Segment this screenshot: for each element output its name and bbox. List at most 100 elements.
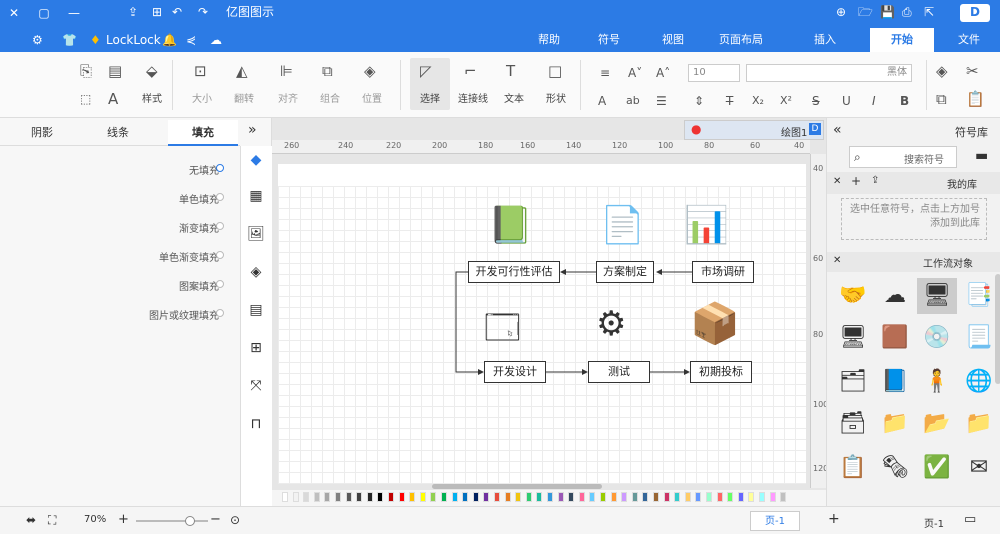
palette-swatch[interactable] xyxy=(610,492,617,502)
collapse-icon[interactable]: ✕ xyxy=(833,176,841,187)
palette-swatch[interactable] xyxy=(303,492,310,502)
monitor-icon[interactable]: 🖥 xyxy=(833,320,873,356)
node-test[interactable]: 测试 xyxy=(588,361,650,383)
new-icon[interactable]: ⊕ xyxy=(836,4,846,20)
radio-pattern[interactable] xyxy=(216,280,224,288)
folder-open-icon[interactable]: 📂 xyxy=(917,406,957,442)
tab-home[interactable]: 开始 xyxy=(870,28,934,52)
palette-swatch[interactable] xyxy=(748,492,755,502)
document-tab[interactable]: ● 绘图1 D xyxy=(684,120,824,140)
file-stack-icon[interactable]: 🗂 xyxy=(833,364,873,400)
size-label[interactable]: 大小 xyxy=(188,90,216,105)
webpage-icon[interactable]: 🗔 xyxy=(484,304,521,361)
tab-view[interactable]: 视图 xyxy=(648,28,698,52)
server-icon[interactable]: ⚙ xyxy=(596,304,626,344)
palette-swatch[interactable] xyxy=(366,492,373,502)
close-category-icon[interactable]: ✕ xyxy=(833,255,841,266)
paste-icon[interactable]: 📋 xyxy=(966,90,985,108)
search-box[interactable]: ⌕ 搜索符号 xyxy=(849,146,957,168)
zoom-in-icon[interactable]: + xyxy=(118,512,129,527)
fit-width-icon[interactable]: ⬌ xyxy=(26,513,36,527)
server-box-icon[interactable]: 🖥 xyxy=(917,278,957,314)
grow-font-icon[interactable]: A˄ xyxy=(656,64,670,82)
tab-insert[interactable]: 插入 xyxy=(800,28,850,52)
user-name[interactable]: LockLock xyxy=(106,32,161,48)
align-label[interactable]: 对齐 xyxy=(274,90,302,105)
palette-swatch[interactable] xyxy=(525,492,532,502)
palette-swatch[interactable] xyxy=(462,492,469,502)
palette-swatch[interactable] xyxy=(324,492,331,502)
presentation-icon[interactable]: ⊓ xyxy=(246,414,266,434)
zoom-level[interactable]: 70% xyxy=(84,514,106,525)
style-label[interactable]: 样式 xyxy=(140,90,164,105)
underline-icon[interactable]: U xyxy=(842,92,851,110)
disc-icon[interactable]: 💿 xyxy=(917,320,957,356)
add-symbol-icon[interactable]: + xyxy=(851,174,861,188)
palette-swatch[interactable] xyxy=(557,492,564,502)
palette-swatch[interactable] xyxy=(695,492,702,502)
palette-swatch[interactable] xyxy=(398,492,405,502)
palette-swatch[interactable] xyxy=(504,492,511,502)
browser-icon[interactable]: 🌐 xyxy=(959,364,999,400)
text-label[interactable]: 文本 xyxy=(500,90,528,105)
papers-icon[interactable]: 📑 xyxy=(959,278,999,314)
node-initial-bid[interactable]: 初期投标 xyxy=(690,361,752,383)
list-doc-icon[interactable]: 📃 xyxy=(959,320,999,356)
check-icon[interactable]: ✅ xyxy=(917,450,957,486)
size-icon[interactable]: ⊡ xyxy=(194,62,207,80)
palette-swatch[interactable] xyxy=(663,492,670,502)
approval-icon[interactable]: 📗 xyxy=(488,204,533,246)
layout-grid-icon[interactable]: ▦ xyxy=(246,186,266,206)
minimize-icon[interactable]: — xyxy=(66,5,82,21)
shrink-font-icon[interactable]: A˅ xyxy=(628,64,642,82)
clear-format-icon[interactable]: T̶ xyxy=(726,92,733,110)
palette-swatch[interactable] xyxy=(419,492,426,502)
font-family-select[interactable]: 黑体 xyxy=(746,64,912,82)
layers-icon[interactable]: ◈ xyxy=(246,262,266,282)
font-size-select[interactable]: 10 xyxy=(688,64,740,82)
palette-swatch[interactable] xyxy=(377,492,384,502)
palette-swatch[interactable] xyxy=(472,492,479,502)
handshake-icon[interactable]: 🤝 xyxy=(833,278,873,314)
expand-library-icon[interactable]: « xyxy=(833,122,842,138)
palette-swatch[interactable] xyxy=(578,492,585,502)
paste-style-icon[interactable]: ▤ xyxy=(108,62,122,80)
charts-icon[interactable]: 📊 xyxy=(684,204,729,246)
radio-texture[interactable] xyxy=(216,309,224,317)
palette-swatch[interactable] xyxy=(737,492,744,502)
align-icon[interactable]: ⊫ xyxy=(280,62,293,80)
palette-swatch[interactable] xyxy=(716,492,723,502)
undo-icon[interactable]: ↶ xyxy=(172,4,182,20)
zoom-out-icon[interactable]: − xyxy=(210,512,221,527)
connector-label[interactable]: 连接线 xyxy=(456,90,490,105)
document-icon[interactable]: 📄 xyxy=(600,204,645,246)
palette-swatch[interactable] xyxy=(780,492,787,502)
font-color-icon[interactable]: A xyxy=(598,92,606,110)
palette-swatch[interactable] xyxy=(292,492,299,502)
group-label[interactable]: 组合 xyxy=(316,90,344,105)
italic-icon[interactable]: I xyxy=(872,92,876,110)
shape-label[interactable]: 形状 xyxy=(542,90,570,105)
spreadsheet-icon[interactable]: 📋 xyxy=(833,450,873,486)
palette-swatch[interactable] xyxy=(356,492,363,502)
format-painter-icon[interactable]: ⎘ xyxy=(80,62,92,80)
cut-icon[interactable]: ✂ xyxy=(966,62,979,80)
maximize-icon[interactable]: ▢ xyxy=(36,5,52,21)
cloud-icon[interactable]: ☁ xyxy=(875,278,915,314)
radio-solid[interactable] xyxy=(216,193,224,201)
sync-icon[interactable]: ☁ xyxy=(210,32,222,48)
play-icon[interactable]: ⊙ xyxy=(230,513,240,527)
pointer-icon[interactable]: ◸ xyxy=(420,62,432,80)
bullets-icon[interactable]: ☰ xyxy=(656,92,667,110)
connector-icon[interactable]: ⌐ xyxy=(464,62,477,80)
zoom-slider-handle[interactable] xyxy=(185,516,195,526)
close-icon[interactable]: ✕ xyxy=(6,5,22,21)
save-icon[interactable]: 💾 xyxy=(880,4,895,20)
fullscreen-icon[interactable]: ⛶ xyxy=(48,513,56,528)
strikethrough-icon[interactable]: S̶ xyxy=(812,92,820,110)
select-label[interactable]: 选择 xyxy=(414,90,446,105)
radio-mono-gradient[interactable] xyxy=(216,251,224,259)
page-list-icon[interactable]: ▭ xyxy=(964,512,976,527)
subscript-icon[interactable]: X₂ xyxy=(752,92,764,110)
add-page-icon[interactable]: + xyxy=(828,511,840,527)
